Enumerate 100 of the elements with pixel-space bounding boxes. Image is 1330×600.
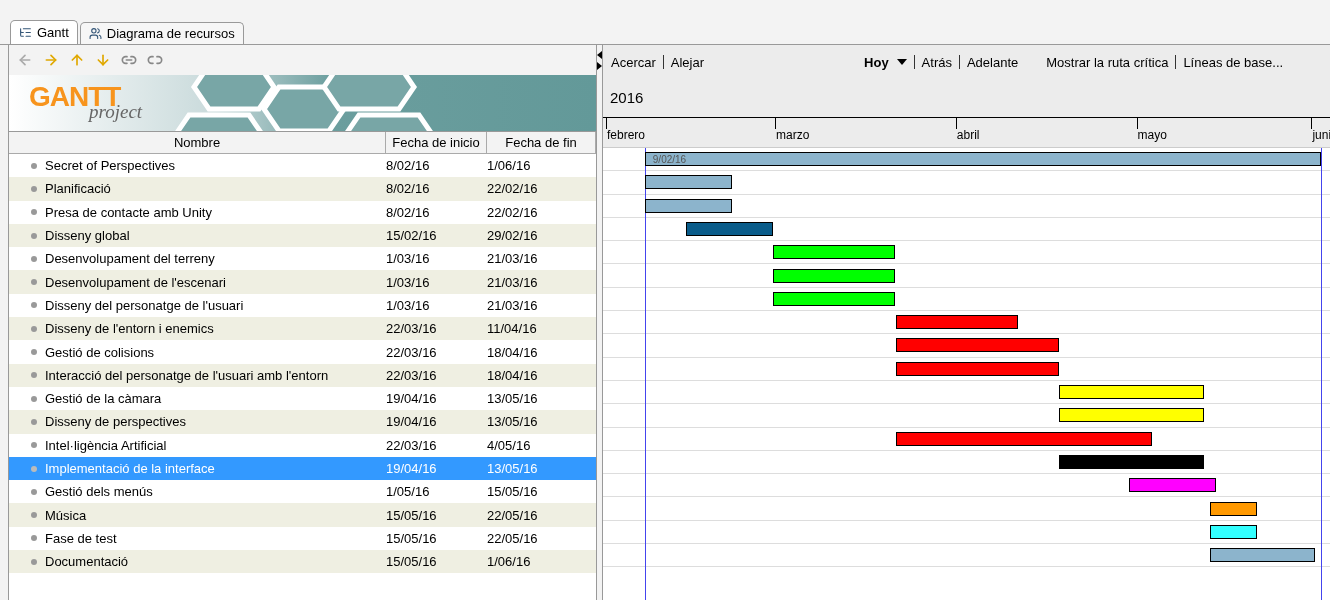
task-name: Gestió dels menús	[45, 484, 154, 500]
task-row[interactable]: Interacció del personatge de l'usuari amb l'entorn 22/03/16 18/04/16	[9, 363, 596, 387]
task-row[interactable]: Disseny de perspectives 19/04/16 13/05/16	[9, 410, 596, 434]
task-row[interactable]: Documentació 15/05/16 1/06/16	[9, 550, 596, 574]
start-date: 8/02/16	[386, 204, 431, 220]
start-date: 1/03/16	[386, 251, 431, 267]
bullet-icon	[31, 209, 37, 216]
end-date: 11/04/16	[487, 321, 538, 337]
start-date: 22/03/16	[386, 344, 438, 360]
start-date: 19/04/16	[386, 391, 438, 407]
task-name: Gestió de la càmara	[45, 391, 163, 407]
task-name: Intel·ligència Artificial	[45, 437, 168, 453]
end-date: 18/04/16	[487, 344, 539, 360]
task-bar[interactable]	[773, 268, 896, 283]
month-label: febrero	[607, 128, 646, 142]
end-date: 1/06/16	[487, 158, 532, 174]
end-date: 22/02/16	[487, 204, 539, 220]
people-icon	[88, 27, 102, 40]
task-name: Planificació	[45, 181, 112, 197]
task-name: Interacció del personatge de l'usuari amb l'entorn	[45, 367, 330, 383]
bullet-icon	[31, 465, 37, 472]
start-date: 1/05/16	[386, 484, 431, 500]
start-date: 15/05/16	[386, 507, 438, 523]
bullet-icon	[31, 488, 37, 495]
task-bar[interactable]	[895, 361, 1059, 376]
task-bar[interactable]	[1210, 501, 1257, 516]
bullet-icon	[31, 302, 37, 309]
task-bar[interactable]	[895, 338, 1059, 353]
task-name: Implementació de la interface	[45, 461, 216, 476]
task-bar[interactable]	[644, 152, 1322, 166]
end-date: 15/05/16	[487, 484, 539, 500]
start-date: 22/03/16	[386, 367, 438, 383]
bullet-icon	[31, 232, 37, 239]
task-bar[interactable]	[1128, 478, 1217, 493]
task-name: Disseny del personatge de l'usuari	[45, 297, 245, 313]
task-name: Fase de test	[45, 530, 118, 546]
toolbar-link[interactable]: Mostrar la ruta crítica	[1046, 54, 1169, 70]
task-name: Música	[45, 507, 88, 523]
month-label: mayo	[1137, 128, 1167, 142]
toolbar-link[interactable]: Acercar	[611, 54, 656, 70]
column-header[interactable]: Fecha de inicio	[386, 132, 487, 153]
milestone-date: 9/02/16	[652, 154, 687, 165]
start-date: 15/05/16	[386, 554, 438, 570]
end-date: 21/03/16	[487, 251, 539, 267]
task-name: Secret of Perspectives	[45, 158, 177, 174]
task-row[interactable]: Desenvolupament de l'escenari 1/03/16 21/03/16	[9, 270, 596, 294]
bullet-icon	[31, 512, 37, 519]
year-label: 2016	[609, 88, 645, 108]
toolbar-link[interactable]: Adelante	[966, 54, 1019, 70]
toolbar-link[interactable]: Atrás	[921, 54, 952, 70]
dropdown-button[interactable]: Hoy	[864, 54, 907, 70]
bullet-icon	[31, 279, 37, 286]
end-date: 4/05/16	[487, 437, 532, 453]
column-header[interactable]: Nombre	[9, 132, 386, 153]
task-name: Documentació	[45, 554, 130, 570]
task-name: Presa de contacte amb Unity	[45, 204, 213, 220]
task-bar[interactable]	[685, 221, 774, 236]
task-bar[interactable]	[773, 245, 896, 260]
bullet-icon	[31, 325, 37, 332]
task-row[interactable]: Planificació 8/02/16 22/02/16	[9, 177, 596, 201]
task-bar[interactable]	[644, 175, 733, 190]
tree-icon	[19, 26, 32, 39]
month-label: juni	[1312, 128, 1330, 142]
task-bar[interactable]	[895, 431, 1152, 446]
tab[interactable]: Gantt	[10, 20, 78, 44]
end-date: 13/05/16	[487, 391, 539, 407]
task-bar[interactable]	[1058, 385, 1205, 399]
task-row[interactable]: Disseny global 15/02/16 29/02/16	[9, 223, 596, 248]
start-date: 22/03/16	[386, 437, 438, 453]
end-date: 21/03/16	[487, 297, 539, 313]
task-bar[interactable]	[895, 315, 1018, 330]
start-date: 22/03/16	[386, 321, 438, 337]
task-bar[interactable]	[1058, 454, 1205, 469]
task-bar[interactable]	[773, 291, 896, 306]
start-date: 1/03/16	[386, 297, 431, 313]
task-row[interactable]: Disseny de l'entorn i enemics 22/03/16 11/04/16	[9, 317, 596, 341]
bullet-icon	[31, 418, 37, 425]
task-bar[interactable]	[1210, 524, 1257, 539]
task-row[interactable]: Música 15/05/16 22/05/16	[9, 503, 596, 527]
tab[interactable]: Diagrama de recursos	[79, 22, 244, 44]
start-date: 19/04/16	[386, 414, 438, 430]
end-date: 13/05/16	[487, 414, 539, 430]
task-bar[interactable]	[644, 198, 733, 213]
task-bar[interactable]	[1058, 408, 1205, 423]
end-date: 18/04/16	[487, 367, 539, 383]
end-date: 22/05/16	[487, 530, 539, 546]
caret-icon	[896, 59, 907, 65]
column-header[interactable]: Fecha de fin	[487, 132, 596, 153]
month-label: abril	[956, 128, 980, 142]
toolbar-link[interactable]: Líneas de base...	[1183, 54, 1284, 70]
bullet-icon	[31, 558, 37, 565]
splitter-arrows-icon[interactable]	[597, 51, 602, 71]
toolbar-link[interactable]: Alejar	[670, 54, 705, 70]
end-date: 22/02/16	[487, 181, 539, 197]
start-date: 15/05/16	[386, 530, 438, 546]
task-name: Disseny de perspectives	[45, 414, 187, 430]
task-bar[interactable]	[1210, 548, 1316, 563]
start-date: 8/02/16	[386, 158, 431, 174]
bullet-icon	[31, 162, 37, 169]
end-date: 21/03/16	[487, 274, 539, 290]
